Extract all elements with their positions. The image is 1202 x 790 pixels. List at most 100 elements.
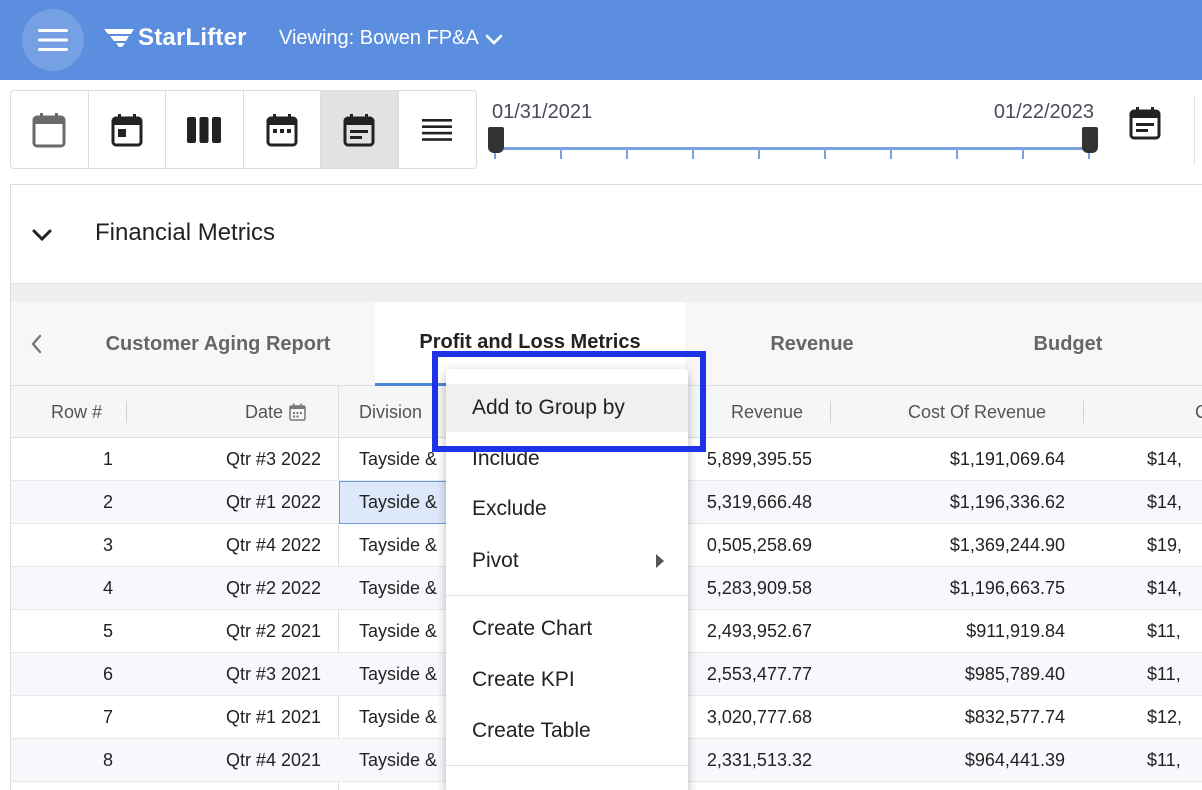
cell-division[interactable]: Tayside & <box>359 524 437 567</box>
view-selector[interactable]: Viewing: Bowen FP&A <box>279 27 503 50</box>
section-title: Financial Metrics <box>95 219 276 246</box>
cell-cost-of-revenue[interactable]: $964,441.39 <box>871 739 1065 782</box>
cell-cost-of-revenue[interactable]: $985,789.40 <box>871 653 1065 696</box>
cell-division[interactable]: Tayside & <box>359 739 437 782</box>
cell-date[interactable]: Qtr #4 2022 <box>161 524 321 567</box>
range-tick <box>824 150 826 159</box>
starlifter-logo-icon <box>104 29 134 47</box>
column-header-division[interactable]: Division <box>359 386 422 438</box>
cell-division[interactable]: Tayside & <box>359 567 437 610</box>
section-spacer <box>11 284 1202 302</box>
cell-cost-of-revenue[interactable]: $1,369,244.90 <box>871 524 1065 567</box>
cell-division[interactable]: Tayside & <box>359 653 437 696</box>
tab-revenue[interactable]: Revenue <box>685 302 939 386</box>
menu-item-create-chart[interactable]: Create Chart <box>446 605 688 653</box>
cell-next[interactable]: $11, <box>1147 739 1181 782</box>
cell-next[interactable]: $19, <box>1147 524 1182 567</box>
menu-divider <box>446 765 688 766</box>
menu-item-exclude[interactable]: Exclude <box>446 485 688 533</box>
menu-item-create-table[interactable]: Create Table <box>446 707 688 755</box>
column-resize-handle[interactable] <box>1083 401 1084 423</box>
view-list-button[interactable] <box>399 91 477 168</box>
column-header-row-number[interactable]: Row # <box>51 386 102 438</box>
range-end-handle[interactable] <box>1082 127 1098 153</box>
cell-next[interactable]: $12, <box>1147 696 1182 739</box>
cell-cost-of-revenue[interactable]: $1,196,336.62 <box>871 481 1065 524</box>
view-column-icon <box>187 116 222 143</box>
cell-row-number: 5 <box>102 621 113 641</box>
column-header-label: C <box>1195 401 1202 422</box>
cell-date[interactable]: Qtr #3 2021 <box>161 653 321 696</box>
cell-division[interactable]: Tayside & <box>359 438 437 481</box>
cell-cost-of-revenue[interactable]: $1,191,069.64 <box>871 438 1065 481</box>
menu-button[interactable] <box>22 9 84 71</box>
cell-next[interactable]: $14, <box>1147 438 1182 481</box>
cell-next[interactable]: $14, <box>1147 481 1182 524</box>
cell-date[interactable]: Qtr #1 2021 <box>161 696 321 739</box>
tab-customer-aging-report[interactable]: Customer Aging Report <box>61 302 375 386</box>
calendar-text-icon <box>343 113 375 146</box>
cell-date[interactable]: Qtr #2 2021 <box>161 610 321 653</box>
brand-logo[interactable]: StarLifter <box>104 24 247 52</box>
cell-division[interactable]: Tayside & <box>339 481 461 524</box>
range-tick <box>890 150 892 159</box>
toolbar-divider <box>1194 95 1195 165</box>
cell-cost-of-revenue[interactable]: $911,919.84 <box>871 610 1065 653</box>
cell-cost-of-revenue[interactable]: $832,577.74 <box>871 696 1065 739</box>
cell-row-number: 2 <box>102 492 113 512</box>
menu-item-pivot[interactable]: Pivot <box>446 537 688 585</box>
column-header-label: Date <box>245 401 284 422</box>
cell-next[interactable]: $14, <box>1147 567 1182 610</box>
menu-item-create-kpi[interactable]: Create KPI <box>446 656 688 704</box>
calendar-blank-icon <box>32 112 66 147</box>
cell-date[interactable]: Qtr #3 2022 <box>161 438 321 481</box>
submenu-arrow-icon <box>656 554 664 568</box>
column-header-label: Revenue <box>731 401 804 422</box>
range-start-date: 01/31/2021 <box>492 101 593 123</box>
cell-next[interactable]: $11, <box>1147 610 1181 653</box>
range-start-handle[interactable] <box>488 127 504 153</box>
hamburger-icon <box>38 29 68 51</box>
highlight-annotation <box>432 351 706 452</box>
tab-scroll-left[interactable] <box>11 302 61 386</box>
view-day-button[interactable] <box>89 91 166 168</box>
menu-item-label: Pivot <box>472 549 519 572</box>
cell-date[interactable]: Qtr #1 2022 <box>161 481 321 524</box>
cell-division[interactable]: Tayside & <box>359 696 437 739</box>
tab-budget[interactable]: Budget <box>939 302 1197 386</box>
calendar-month-icon <box>266 113 298 146</box>
chevron-down-icon[interactable] <box>31 228 53 242</box>
cell-date[interactable]: Qtr #4 2021 <box>161 739 321 782</box>
cell-cost-of-revenue[interactable]: $1,196,663.75 <box>871 567 1065 610</box>
cell-row-number: 6 <box>102 664 113 684</box>
calendar-icon <box>289 403 306 421</box>
view-agenda-button[interactable] <box>321 91 399 168</box>
column-header-next[interactable]: C <box>1195 386 1202 438</box>
cell-date[interactable]: Qtr #2 2022 <box>161 567 321 610</box>
range-tick <box>758 150 760 159</box>
view-toolbar <box>10 90 477 169</box>
cell-division[interactable]: Tayside & <box>359 610 437 653</box>
date-range-slider: 01/31/2021 01/22/2023 <box>488 97 1100 167</box>
view-week-button[interactable] <box>166 91 244 168</box>
column-header-label: Division <box>359 401 423 422</box>
calendar-text-icon[interactable] <box>1129 106 1161 140</box>
view-blank-button[interactable] <box>11 91 89 168</box>
range-tick <box>1022 150 1024 159</box>
view-month-button[interactable] <box>244 91 321 168</box>
column-resize-handle[interactable] <box>126 401 127 423</box>
menu-divider <box>446 595 688 596</box>
cell-next[interactable]: $11, <box>1147 653 1181 696</box>
column-header-cost-of-revenue[interactable]: Cost Of Revenue <box>908 386 1046 438</box>
column-resize-handle[interactable] <box>830 401 831 423</box>
column-header-label: Row # <box>51 401 103 422</box>
range-track[interactable] <box>494 147 1090 150</box>
calendar-today-icon <box>111 113 143 146</box>
section-header: Financial Metrics <box>11 185 1202 284</box>
range-tick <box>626 150 628 159</box>
column-header-revenue[interactable]: Revenue <box>731 386 803 438</box>
cell-row-number: 4 <box>102 578 113 598</box>
column-header-date[interactable]: Date <box>245 386 306 438</box>
chevron-down-icon <box>485 34 503 45</box>
viewing-label: Viewing: Bowen FP&A <box>279 27 479 49</box>
